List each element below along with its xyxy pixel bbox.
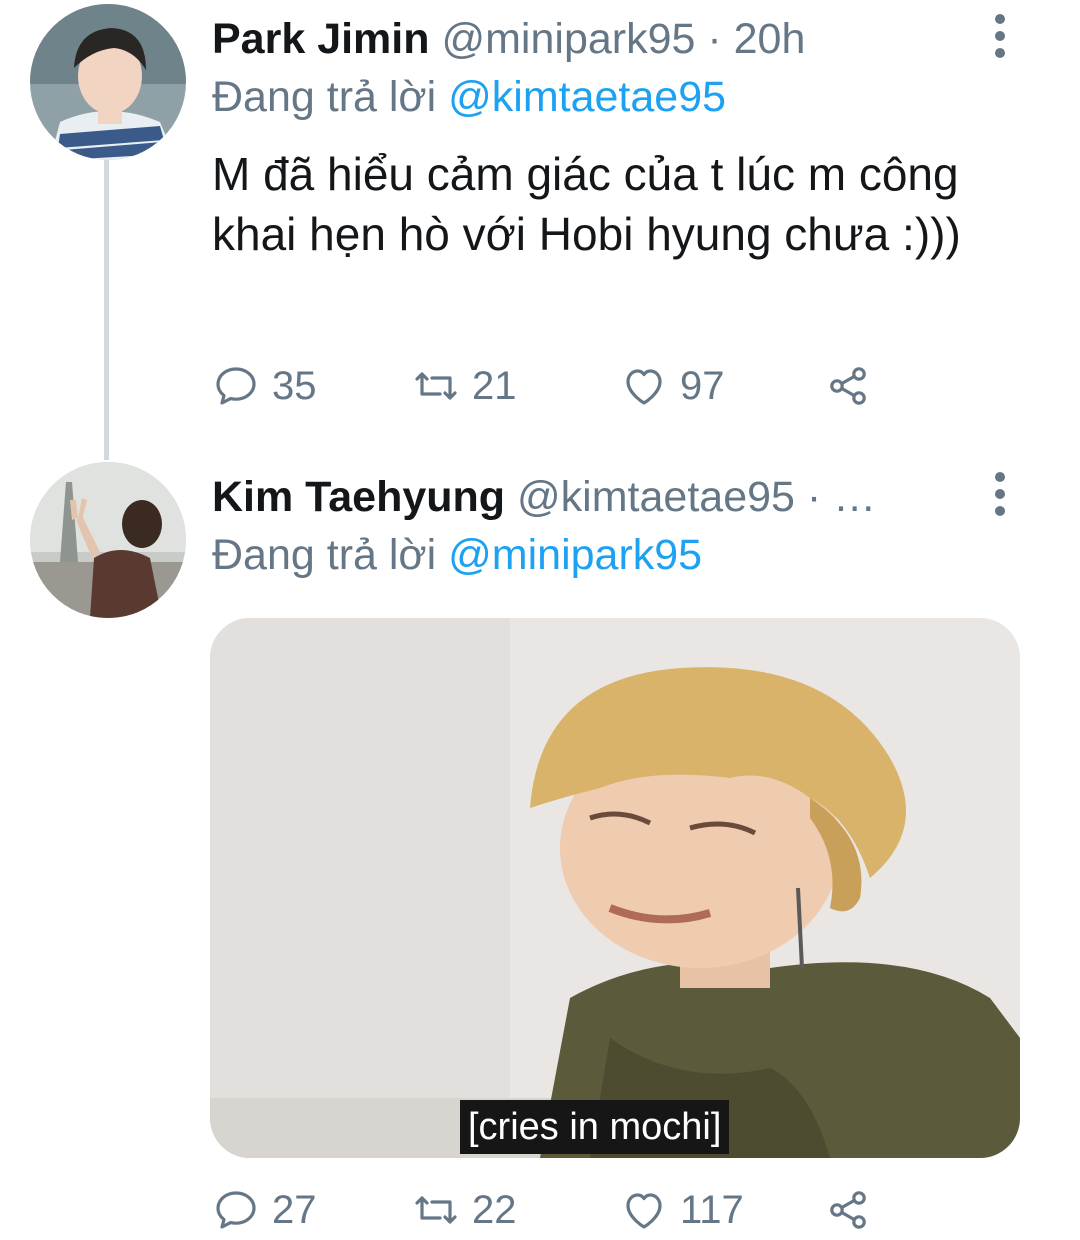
retweet-icon	[415, 1196, 457, 1224]
timestamp[interactable]: 20h	[734, 15, 806, 63]
retweet-count: 21	[472, 363, 517, 408]
separator: · …	[794, 473, 877, 521]
reply-icon	[216, 367, 256, 405]
tweet-text: M đã hiểu cảm giác của t lúc m công khai…	[212, 148, 961, 260]
reply-count: 35	[272, 363, 317, 408]
reply-count: 27	[272, 1187, 317, 1232]
retweet-button[interactable]: 21	[412, 356, 517, 416]
like-count: 97	[680, 363, 725, 408]
avatar[interactable]	[30, 462, 186, 618]
more-vertical-icon[interactable]	[990, 14, 1010, 58]
tweet-actions: 35 21 97	[212, 356, 892, 416]
tweet-header: Park Jimin @minipark95 · 20h	[212, 12, 970, 66]
user-handle[interactable]: @kimtaetae95	[517, 473, 795, 521]
reply-icon	[216, 1191, 256, 1229]
like-icon	[626, 369, 662, 405]
replying-to-label: Đang trả lời	[212, 73, 449, 121]
tweet-media-image[interactable]: [cries in mochi]	[210, 618, 1020, 1158]
tweet-taehyung[interactable]: Kim Taehyung @kimtaetae95 · … Đang trả l…	[0, 458, 1080, 1232]
tweet-header: Kim Taehyung @kimtaetae95 · …	[212, 470, 970, 524]
share-button[interactable]	[824, 356, 884, 416]
like-icon	[626, 1193, 662, 1229]
retweet-icon	[415, 372, 457, 400]
user-handle[interactable]: @minipark95	[441, 15, 695, 63]
reply-button[interactable]: 27	[212, 1180, 317, 1240]
avatar[interactable]	[30, 4, 186, 160]
replying-to: Đang trả lời @kimtaetae95	[212, 70, 726, 124]
replying-to-label: Đang trả lời	[212, 531, 449, 579]
share-icon	[830, 367, 866, 405]
display-name[interactable]: Kim Taehyung	[212, 473, 505, 521]
retweet-button[interactable]: 22	[412, 1180, 517, 1240]
reply-mention-link[interactable]: @kimtaetae95	[448, 73, 726, 121]
media-caption: [cries in mochi]	[460, 1100, 730, 1154]
thread-connector	[104, 160, 109, 460]
display-name[interactable]: Park Jimin	[212, 15, 430, 63]
separator: ·	[695, 15, 734, 63]
reply-button[interactable]: 35	[212, 356, 317, 416]
like-button[interactable]: 117	[620, 1180, 744, 1240]
like-button[interactable]: 97	[620, 356, 725, 416]
like-count: 117	[680, 1187, 744, 1232]
tweet-actions: 27 22 117	[212, 1180, 892, 1240]
replying-to: Đang trả lời @minipark95	[212, 528, 702, 582]
reply-mention-link[interactable]: @minipark95	[448, 531, 702, 579]
share-icon	[830, 1191, 866, 1229]
retweet-count: 22	[472, 1187, 517, 1232]
more-vertical-icon[interactable]	[990, 472, 1010, 516]
share-button[interactable]	[824, 1180, 884, 1240]
tweet-jimin[interactable]: Park Jimin @minipark95 · 20h Đang trả lờ…	[0, 0, 1080, 460]
